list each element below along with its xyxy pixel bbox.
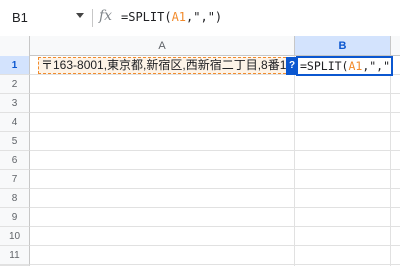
row-header-1[interactable]: 1	[0, 56, 30, 75]
row-header-8[interactable]: 8	[0, 189, 30, 208]
chevron-down-icon[interactable]	[76, 13, 84, 18]
row-divider	[30, 226, 400, 227]
cell-b1-reference: A1	[348, 59, 363, 73]
row-divider	[30, 131, 400, 132]
row-header-2[interactable]: 2	[0, 75, 30, 94]
formula-input[interactable]: =SPLIT(A1,",")	[121, 10, 222, 24]
cell-a1[interactable]: 〒163-8001,東京都,新宿区,西新宿二丁目,8番1号	[38, 57, 291, 74]
row-header-11[interactable]: 11	[0, 246, 30, 265]
formula-bar: B1 fx =SPLIT(A1,",")	[0, 0, 400, 37]
spreadsheet-grid: A B 1 2 3 4 5 6 7 8 9 10 11 〒163-8001,東京…	[0, 36, 400, 266]
formula-suffix: ,",")	[186, 10, 223, 24]
name-box[interactable]: B1	[6, 8, 88, 28]
column-divider	[390, 56, 391, 266]
column-header-a[interactable]: A	[30, 36, 295, 56]
row-divider	[30, 207, 400, 208]
row-divider	[30, 150, 400, 151]
cell-b1-suffix: ,",")	[362, 59, 391, 73]
formula-prefix: =SPLIT(	[121, 10, 172, 24]
row-header-7[interactable]: 7	[0, 170, 30, 189]
row-divider	[30, 245, 400, 246]
row-divider	[30, 169, 400, 170]
fx-icon: fx	[99, 8, 113, 24]
row-header-6[interactable]: 6	[0, 151, 30, 170]
cell-b1-editor[interactable]: =SPLIT(A1,",")	[296, 56, 393, 76]
name-box-value: B1	[12, 10, 28, 25]
row-divider	[30, 112, 400, 113]
row-header-3[interactable]: 3	[0, 94, 30, 113]
column-header-c[interactable]	[391, 36, 400, 56]
row-header-9[interactable]: 9	[0, 208, 30, 227]
cell-b1-prefix: =SPLIT(	[300, 59, 349, 73]
column-divider	[294, 56, 295, 266]
row-divider	[30, 93, 400, 94]
row-divider	[30, 188, 400, 189]
formula-reference: A1	[171, 10, 187, 24]
formula-bar-divider	[92, 9, 93, 27]
row-header-4[interactable]: 4	[0, 113, 30, 132]
row-header-5[interactable]: 5	[0, 132, 30, 151]
row-header-10[interactable]: 10	[0, 227, 30, 246]
select-all-corner[interactable]	[0, 36, 30, 57]
column-header-b[interactable]: B	[295, 36, 391, 56]
row-divider	[30, 264, 400, 265]
